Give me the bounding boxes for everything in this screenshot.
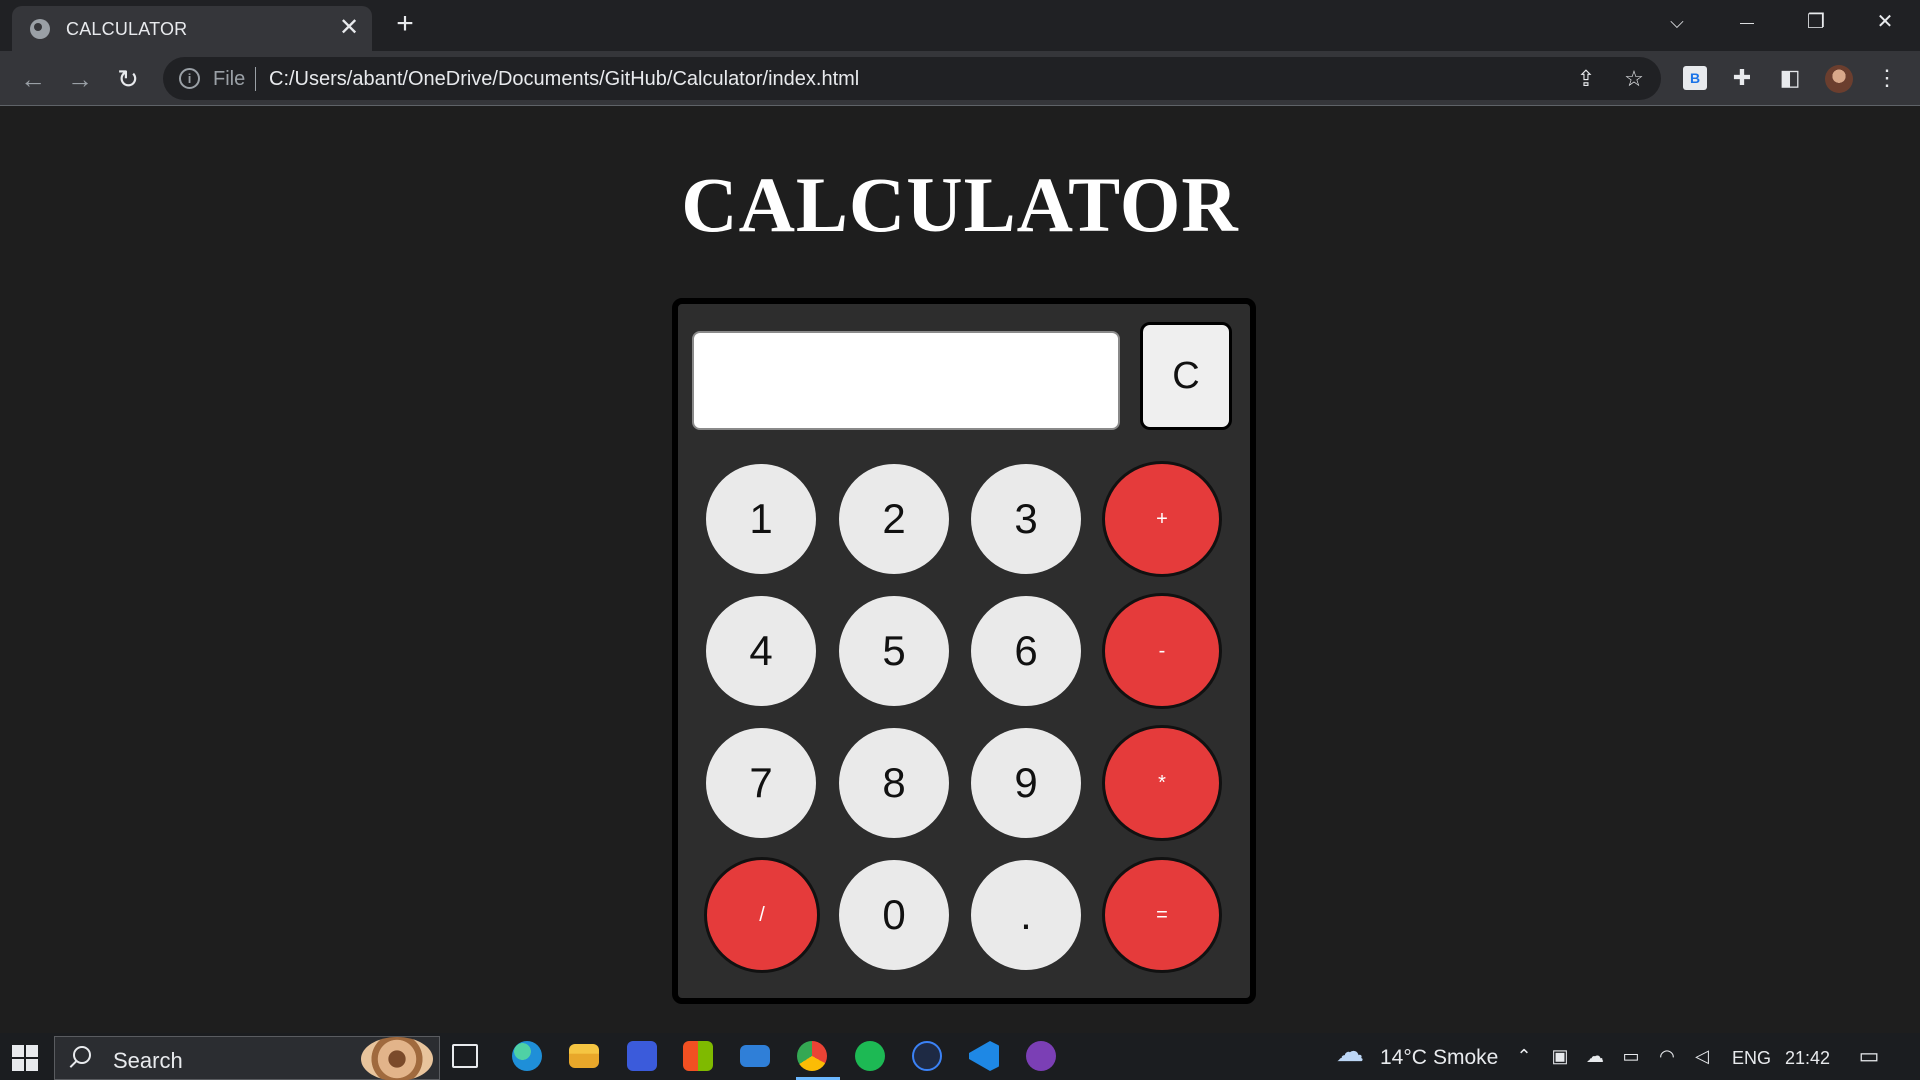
spotify-icon[interactable] bbox=[855, 1041, 885, 1071]
address-bar[interactable]: i File C:/Users/abant/OneDrive/Documents… bbox=[163, 57, 1661, 100]
extension-b-icon[interactable]: B bbox=[1683, 66, 1707, 90]
share-icon[interactable]: ⇪ bbox=[1573, 66, 1599, 92]
key-1-button[interactable]: 1 bbox=[706, 464, 816, 574]
search-highlight-image bbox=[361, 1037, 433, 1080]
page-title: CALCULATOR bbox=[681, 161, 1239, 248]
calculator-display[interactable] bbox=[692, 331, 1120, 430]
minus-button[interactable]: - bbox=[1102, 593, 1222, 709]
notification-icon[interactable]: ▭ bbox=[1858, 1045, 1880, 1067]
key-2-button[interactable]: 2 bbox=[839, 464, 949, 574]
search-label: Search bbox=[113, 1048, 183, 1073]
address-scheme: File bbox=[213, 68, 246, 90]
task-view-icon[interactable] bbox=[452, 1044, 478, 1068]
extensions-puzzle-icon[interactable]: ✚ bbox=[1728, 64, 1756, 92]
forward-arrow-icon[interactable]: → bbox=[63, 62, 97, 96]
window-close-button[interactable]: ✕ bbox=[1862, 6, 1908, 38]
reload-icon[interactable]: ↻ bbox=[111, 62, 145, 96]
language-indicator[interactable]: ENG bbox=[1732, 1048, 1771, 1069]
profile-avatar[interactable] bbox=[1825, 65, 1853, 93]
key-0-button[interactable]: 0 bbox=[839, 860, 949, 970]
side-panel-icon[interactable]: ◧ bbox=[1776, 64, 1804, 92]
calculator-panel: C 1 2 3 + 4 5 6 - 7 8 9 * / 0 . = bbox=[672, 298, 1256, 1004]
multiply-button[interactable]: * bbox=[1102, 725, 1222, 841]
key-8-button[interactable]: 8 bbox=[839, 728, 949, 838]
vscode-icon[interactable] bbox=[969, 1041, 999, 1071]
key-5-button[interactable]: 5 bbox=[839, 596, 949, 706]
tab-title: CALCULATOR bbox=[66, 19, 188, 39]
chrome-icon[interactable] bbox=[797, 1041, 827, 1071]
globe-icon bbox=[30, 19, 50, 39]
key-4-button[interactable]: 4 bbox=[706, 596, 816, 706]
key-6-button[interactable]: 6 bbox=[971, 596, 1081, 706]
key-3-button[interactable]: 3 bbox=[971, 464, 1081, 574]
volume-icon[interactable]: ◁ bbox=[1691, 1045, 1713, 1067]
tab-close-button[interactable]: ✕ bbox=[336, 15, 362, 41]
github-desktop-icon[interactable] bbox=[1026, 1041, 1056, 1071]
windows-taskbar: Search ☁ 14°C Smoke ⌃ ▣ ☁ ▭ ◠ ◁ ENG 21:4… bbox=[0, 1033, 1920, 1080]
address-url[interactable]: C:/Users/abant/OneDrive/Documents/GitHub… bbox=[269, 68, 859, 91]
file-explorer-icon[interactable] bbox=[569, 1044, 599, 1068]
divide-button[interactable]: / bbox=[704, 857, 820, 973]
clear-button[interactable]: C bbox=[1140, 322, 1232, 430]
address-divider bbox=[255, 67, 256, 91]
search-icon bbox=[73, 1046, 91, 1064]
browser-toolbar: ← → ↻ i File C:/Users/abant/OneDrive/Doc… bbox=[0, 51, 1920, 106]
star-bookmark-icon[interactable]: ☆ bbox=[1621, 66, 1647, 92]
new-tab-button[interactable]: + bbox=[390, 9, 420, 39]
store-icon[interactable] bbox=[683, 1041, 713, 1071]
weather-cloud-icon[interactable]: ☁ bbox=[1332, 1038, 1368, 1071]
clock-time[interactable]: 21:42 bbox=[1785, 1048, 1830, 1069]
edge-icon[interactable] bbox=[512, 1041, 542, 1071]
battery-icon[interactable]: ▭ bbox=[1620, 1045, 1642, 1067]
windows-start-icon[interactable] bbox=[12, 1045, 38, 1071]
webex-icon[interactable] bbox=[912, 1041, 942, 1071]
back-arrow-icon[interactable]: ← bbox=[16, 62, 50, 96]
decimal-point-button[interactable]: . bbox=[971, 860, 1081, 970]
plus-button[interactable]: + bbox=[1102, 461, 1222, 577]
key-9-button[interactable]: 9 bbox=[971, 728, 1081, 838]
meet-now-icon[interactable]: ▣ bbox=[1549, 1045, 1571, 1067]
restore-button[interactable]: ❐ bbox=[1793, 6, 1839, 38]
powerautomate-icon[interactable] bbox=[627, 1041, 657, 1071]
mail-icon[interactable] bbox=[740, 1045, 770, 1067]
onedrive-cloud-icon[interactable]: ☁ bbox=[1584, 1045, 1606, 1067]
wifi-icon[interactable]: ◠ bbox=[1656, 1045, 1678, 1067]
equals-button[interactable]: = bbox=[1102, 857, 1222, 973]
weather-temperature[interactable]: 14°C bbox=[1380, 1046, 1427, 1070]
minimize-button[interactable]: — bbox=[1724, 6, 1770, 38]
browser-tab-strip: CALCULATOR ✕ + ⌵ — ❐ ✕ bbox=[0, 0, 1920, 51]
info-icon[interactable]: i bbox=[179, 68, 200, 89]
tab-search-button[interactable]: ⌵ bbox=[1654, 6, 1700, 38]
key-7-button[interactable]: 7 bbox=[706, 728, 816, 838]
tab-calculator[interactable]: CALCULATOR ✕ bbox=[12, 6, 372, 51]
weather-condition[interactable]: Smoke bbox=[1433, 1046, 1498, 1070]
menu-kebab-icon[interactable]: ⋮ bbox=[1873, 64, 1901, 92]
taskbar-search-box[interactable]: Search bbox=[54, 1036, 440, 1080]
chevron-up-icon[interactable]: ⌃ bbox=[1513, 1045, 1535, 1067]
